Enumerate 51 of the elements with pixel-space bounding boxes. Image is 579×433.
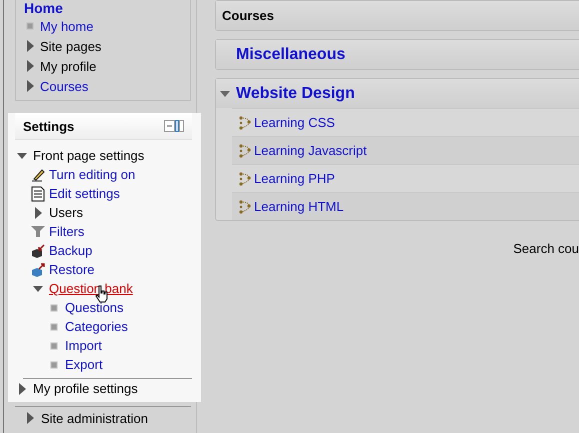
collapsed-arrow-icon[interactable] — [33, 206, 43, 218]
settings-tree-item[interactable]: Categories — [65, 319, 128, 334]
search-courses-label: Search cou — [513, 241, 579, 256]
settings-tree-item[interactable]: Users — [49, 205, 83, 220]
document-icon — [31, 186, 45, 202]
navigation-item[interactable]: My home — [40, 18, 94, 34]
settings-tree-item[interactable]: Export — [65, 357, 103, 372]
settings-tree-item[interactable]: Import — [65, 338, 102, 353]
expanded-arrow-icon[interactable] — [17, 150, 27, 160]
backup-box-icon — [31, 244, 45, 258]
navigation-item[interactable]: Courses — [40, 78, 88, 94]
expanded-arrow-icon[interactable] — [33, 284, 43, 294]
expanded-arrow-icon[interactable] — [220, 88, 230, 98]
settings-tree-item[interactable]: My profile settings — [33, 381, 138, 396]
settings-tree-item[interactable]: Backup — [49, 243, 92, 258]
navigation-item[interactable]: My profile — [40, 58, 96, 74]
settings-tree-item[interactable]: Edit settings — [49, 186, 120, 201]
pencil-icon — [31, 168, 45, 182]
bullet-icon — [25, 21, 35, 31]
course-icon — [238, 200, 252, 214]
funnel-icon — [31, 225, 45, 238]
settings-tree-item[interactable]: Question bank — [49, 281, 133, 296]
course-link[interactable]: Learning Javascript — [254, 143, 367, 158]
dock-block-icon[interactable] — [164, 120, 184, 132]
collapsed-arrow-icon[interactable] — [25, 412, 35, 424]
course-link[interactable]: Learning HTML — [254, 199, 344, 214]
settings-title: Settings — [23, 118, 74, 134]
settings-tree-item[interactable]: Turn editing on — [49, 167, 136, 182]
course-link[interactable]: Learning CSS — [254, 115, 335, 130]
collapsed-arrow-icon[interactable] — [25, 40, 35, 52]
collapsed-arrow-icon[interactable] — [25, 60, 35, 72]
category-link[interactable]: Miscellaneous — [236, 46, 346, 64]
restore-box-icon — [31, 262, 45, 276]
bullet-icon — [49, 340, 59, 350]
settings-tree-item[interactable]: Questions — [65, 300, 124, 315]
home-link[interactable]: Home — [24, 0, 190, 16]
bullet-icon — [49, 322, 59, 332]
bullet-icon — [49, 360, 59, 370]
course-link[interactable]: Learning PHP — [254, 171, 335, 186]
bullet-icon — [49, 302, 59, 312]
settings-tree-item[interactable]: Restore — [49, 262, 95, 277]
course-icon — [238, 116, 252, 130]
settings-tree-item[interactable]: Filters — [49, 224, 84, 239]
navigation-item[interactable]: Site pages — [40, 38, 102, 54]
settings-tree-item[interactable]: Front page settings — [33, 148, 144, 163]
course-icon — [238, 172, 252, 186]
collapsed-arrow-icon[interactable] — [25, 80, 35, 92]
course-icon — [238, 144, 252, 158]
courses-title: Courses — [222, 8, 274, 23]
settings-tree-item[interactable]: Site administration — [41, 410, 148, 426]
collapsed-arrow-icon[interactable] — [17, 382, 27, 394]
